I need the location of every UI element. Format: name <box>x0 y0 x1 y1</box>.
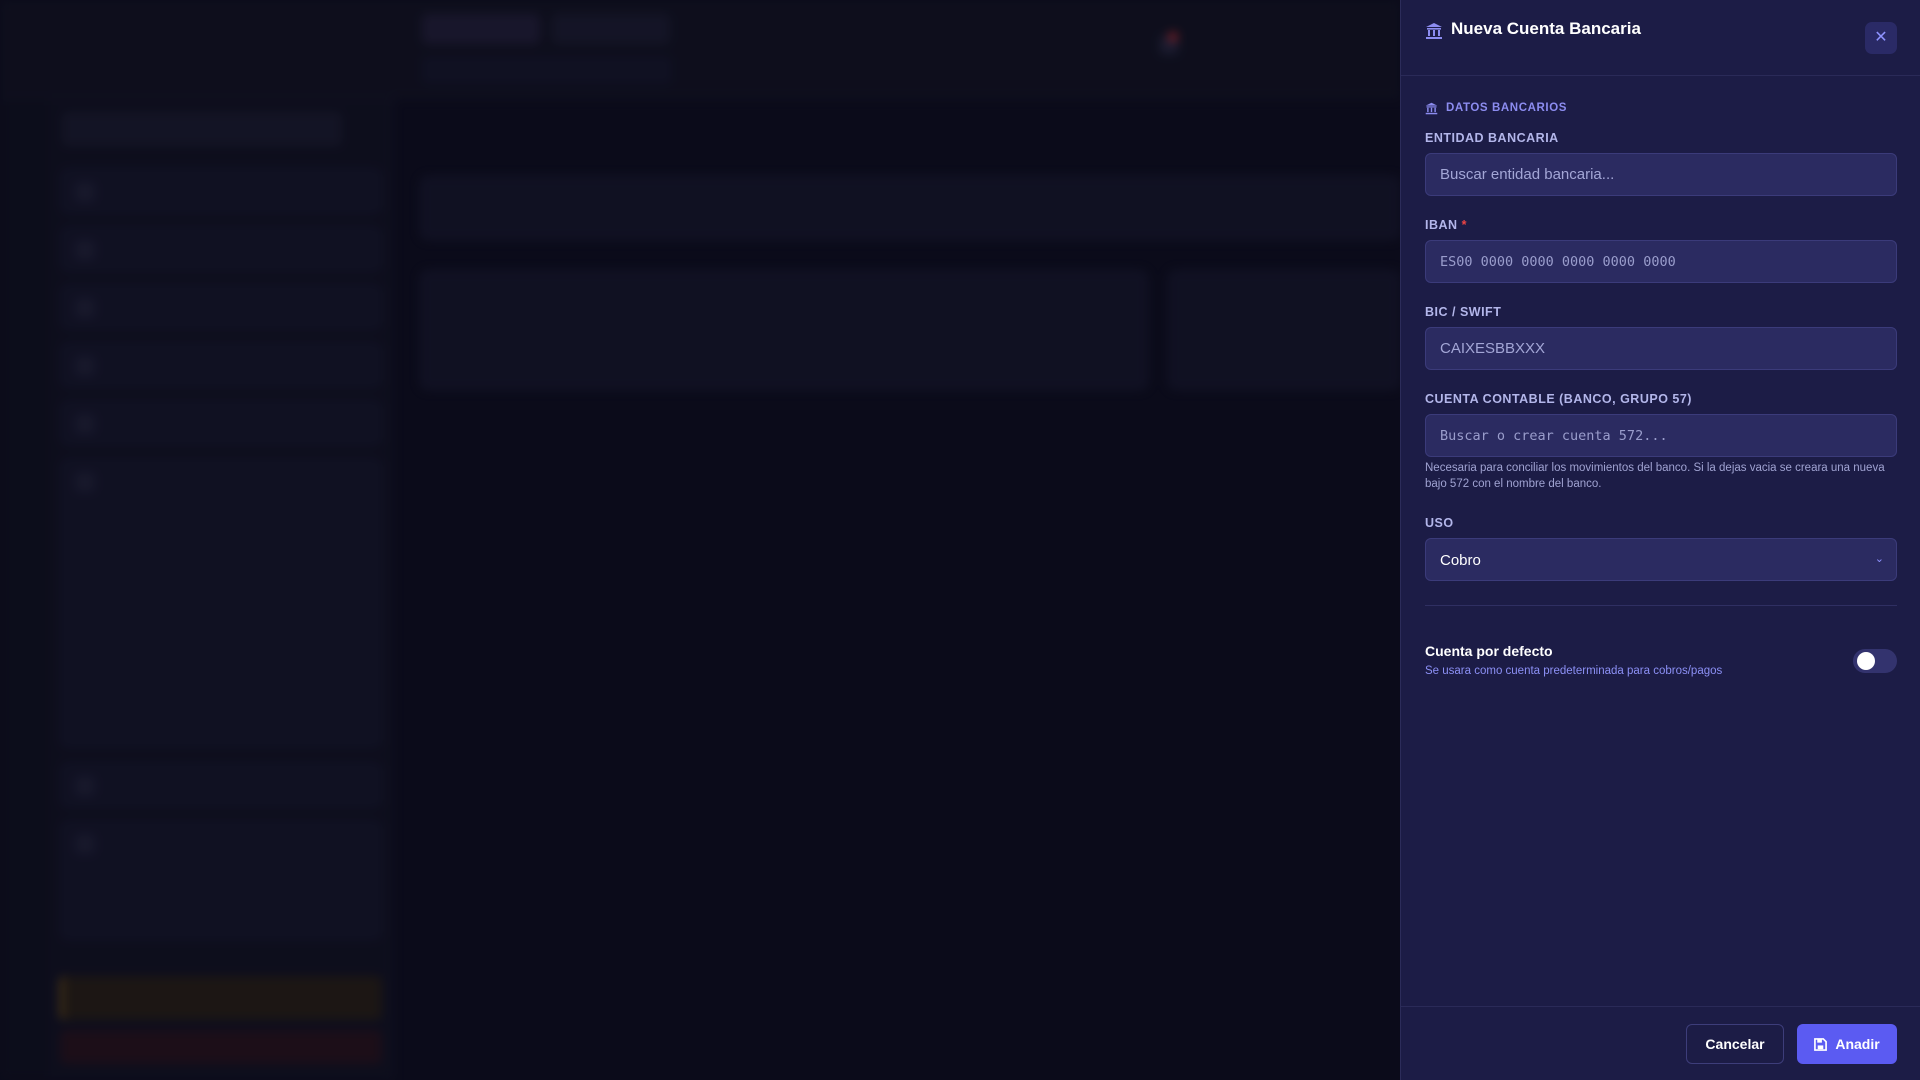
iban-label: IBAN * <box>1425 218 1467 232</box>
entity-label: ENTIDAD BANCARIA <box>1425 131 1559 145</box>
bg-sidebar-item <box>60 400 382 446</box>
bg-header <box>0 0 1400 98</box>
bic-field-wrapper <box>1425 327 1897 370</box>
drawer-header: Nueva Cuenta Bancaria ✕ <box>1401 0 1920 76</box>
divider <box>1425 605 1897 606</box>
drawer-footer: Cancelar Anadir <box>1401 1006 1920 1080</box>
account-help-text: Necesaria para conciliar los movimientos… <box>1425 462 1885 490</box>
iban-label-text: IBAN <box>1425 218 1458 232</box>
bg-sidebar-item <box>60 168 382 214</box>
bg-logout-button <box>60 1030 382 1064</box>
bg-sidebar-item <box>60 342 382 388</box>
iban-input[interactable] <box>1426 241 1896 282</box>
close-icon: ✕ <box>1874 29 1888 46</box>
bg-warning-box <box>60 976 382 1020</box>
ledger-account-input[interactable] <box>1426 415 1896 456</box>
bg-card <box>420 270 1148 390</box>
iban-field-wrapper <box>1425 240 1897 283</box>
bank-entity-input[interactable] <box>1426 154 1896 195</box>
entity-field-wrapper <box>1425 153 1897 196</box>
bg-sidebar-item <box>60 762 382 808</box>
bg-sidebar-group <box>60 458 382 748</box>
usage-select[interactable]: Cobro ⌄ <box>1425 538 1897 581</box>
usage-selected-value: Cobro <box>1440 552 1481 569</box>
bg-tab-pill <box>422 14 540 44</box>
toggle-knob <box>1857 652 1875 670</box>
bg-sidebar-search <box>62 112 342 146</box>
bg-sidebar-group <box>60 820 382 940</box>
drawer-title: Nueva Cuenta Bancaria <box>1451 19 1641 38</box>
add-button-label: Anadir <box>1835 1036 1880 1052</box>
bg-card <box>1168 270 1400 390</box>
background-app <box>0 0 1400 1080</box>
bg-tab-pill <box>552 14 670 44</box>
bg-sidebar <box>48 98 393 1080</box>
chevron-down-icon: ⌄ <box>1874 553 1884 565</box>
usage-label: USO <box>1425 516 1454 530</box>
bic-label: BIC / SWIFT <box>1425 305 1502 319</box>
bg-sidebar-rail <box>0 98 48 1080</box>
default-account-title: Cuenta por defecto <box>1425 643 1553 659</box>
save-icon <box>1814 1037 1828 1051</box>
bank-icon <box>1426 23 1442 39</box>
bank-icon <box>1425 102 1438 114</box>
add-button[interactable]: Anadir <box>1797 1024 1897 1064</box>
required-mark: * <box>1461 218 1467 232</box>
bg-global-search <box>422 56 672 84</box>
bg-sidebar-item <box>60 284 382 330</box>
default-account-toggle[interactable] <box>1853 649 1897 673</box>
cancel-button[interactable]: Cancelar <box>1686 1024 1784 1064</box>
close-button[interactable]: ✕ <box>1865 22 1897 54</box>
account-label: CUENTA CONTABLE (BANCO, GRUPO 57) <box>1425 392 1692 406</box>
bg-card <box>420 176 1400 240</box>
bg-notification-dot <box>1168 32 1178 42</box>
new-bank-account-drawer: Nueva Cuenta Bancaria ✕ DATOS BANCARIOS … <box>1400 0 1920 1080</box>
bic-swift-input[interactable] <box>1426 328 1896 369</box>
account-field-wrapper <box>1425 414 1897 457</box>
bg-sidebar-item <box>60 226 382 272</box>
section-title: DATOS BANCARIOS <box>1446 102 1568 114</box>
default-account-description: Se usara como cuenta predeterminada para… <box>1425 665 1723 677</box>
section-datos-bancarios: DATOS BANCARIOS <box>1425 100 1567 116</box>
